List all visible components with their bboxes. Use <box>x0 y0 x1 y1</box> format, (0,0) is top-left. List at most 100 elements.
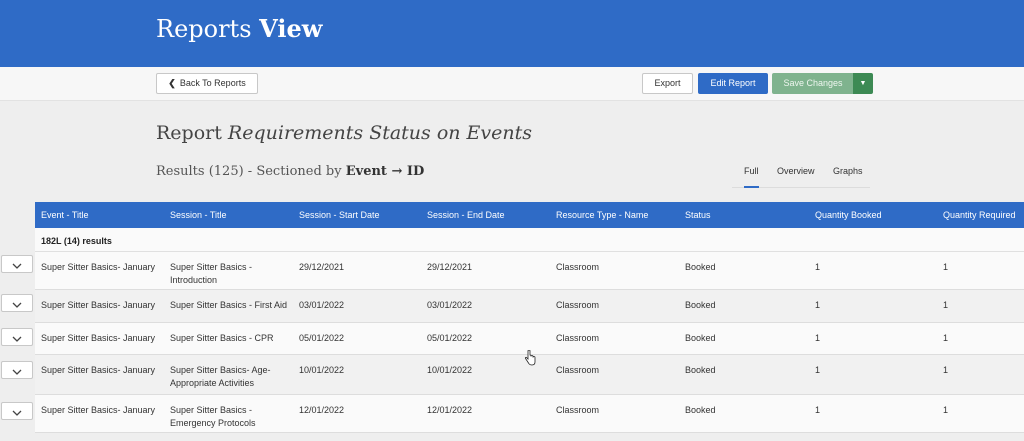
save-options-caret-icon[interactable]: ▼ <box>853 73 873 94</box>
table-cell: 1 <box>815 299 820 312</box>
report-toolbar: ❮ Back To Reports Export Edit Report Save… <box>0 67 1024 101</box>
row-expand-button[interactable] <box>1 361 33 379</box>
cell-text: 1 <box>943 300 949 310</box>
table-cell: 12/01/2022 <box>299 404 344 417</box>
cell-text: 1 <box>815 365 821 375</box>
cell-text: Super Sitter Basics- January <box>41 333 156 343</box>
table-cell: Classroom <box>556 364 599 377</box>
cell-text: Booked <box>685 300 716 310</box>
row-expand-button[interactable] <box>1 328 33 346</box>
table-cell: 1 <box>815 332 820 345</box>
cell-text: 29/12/2021 <box>299 262 345 272</box>
table-cell: Super Sitter Basics - Introduction <box>170 261 252 287</box>
tab-overview[interactable]: Overview <box>777 166 815 176</box>
table-header: Event - Title Session - Title Session - … <box>35 202 1024 228</box>
report-table: Event - Title Session - Title Session - … <box>35 202 1024 433</box>
column-header[interactable]: Event - Title <box>41 210 89 220</box>
cell-text: Booked <box>685 405 716 415</box>
cell-text: Booked <box>685 262 716 272</box>
table-cell: 1 <box>943 404 948 417</box>
table-row[interactable]: Super Sitter Basics- January Super Sitter… <box>35 395 1024 433</box>
column-header[interactable]: Session - End Date <box>427 210 505 220</box>
column-header[interactable]: Session - Start Date <box>299 210 380 220</box>
column-header[interactable]: Quantity Booked <box>815 210 882 220</box>
table-cell: 10/01/2022 <box>427 364 472 377</box>
row-expand-button[interactable] <box>1 402 33 420</box>
cell-text: 05/01/2022 <box>299 333 345 343</box>
table-cell: Super Sitter Basics- January <box>41 364 155 377</box>
table-cell: Super Sitter Basics- January <box>41 261 155 274</box>
chevron-down-icon <box>12 302 22 308</box>
column-header[interactable]: Resource Type - Name <box>556 210 648 220</box>
chevron-down-icon <box>12 336 22 342</box>
table-cell: 03/01/2022 <box>427 299 472 312</box>
table-cell: Super Sitter Basics- January <box>41 332 155 345</box>
tab-graphs[interactable]: Graphs <box>833 166 863 176</box>
cell-text: 1 <box>943 333 949 343</box>
table-cell: Classroom <box>556 332 599 345</box>
cell-text: 1 <box>815 333 821 343</box>
table-cell: Booked <box>685 261 716 274</box>
section-header-row: 182L (14) results <box>35 228 1024 252</box>
cell-text: Booked <box>685 333 716 343</box>
table-cell: Super Sitter Basics- Age- Appropriate Act… <box>170 364 271 390</box>
export-button[interactable]: Export <box>642 73 693 94</box>
table-cell: Booked <box>685 364 716 377</box>
save-changes-button[interactable]: Save Changes <box>772 73 854 94</box>
cell-text: 1 <box>943 262 949 272</box>
cell-text: 03/01/2022 <box>299 300 345 310</box>
table-cell: 1 <box>943 364 948 377</box>
table-cell: Booked <box>685 332 716 345</box>
table-cell: Super Sitter Basics- January <box>41 299 155 312</box>
chevron-down-icon <box>12 410 22 416</box>
cell-text: 05/01/2022 <box>427 333 473 343</box>
cell-text: 1 <box>815 300 821 310</box>
table-cell: Booked <box>685 404 716 417</box>
table-cell: Classroom <box>556 261 599 274</box>
cell-text: Super Sitter Basics - First Aid <box>170 300 288 310</box>
row-expand-button[interactable] <box>1 294 33 312</box>
cell-text: Super Sitter Basics - <box>170 405 253 415</box>
cell-text: 1 <box>815 405 821 415</box>
app-header: Reports View <box>0 0 1024 67</box>
table-cell: 1 <box>943 332 948 345</box>
column-header[interactable]: Session - Title <box>170 210 227 220</box>
cell-text: Super Sitter Basics- January <box>41 300 156 310</box>
table-cell: 1 <box>815 261 820 274</box>
table-row[interactable]: Super Sitter Basics- January Super Sitter… <box>35 290 1024 323</box>
table-cell: Super Sitter Basics - CPR <box>170 332 274 345</box>
cell-text: Classroom <box>556 365 600 375</box>
table-row[interactable]: Super Sitter Basics- January Super Sitter… <box>35 252 1024 290</box>
page-header-title: Reports View <box>156 14 323 43</box>
cell-text: 1 <box>815 262 821 272</box>
row-expand-button[interactable] <box>1 255 33 273</box>
cell-text: 10/01/2022 <box>299 365 345 375</box>
column-header[interactable]: Status <box>685 210 711 220</box>
chevron-down-icon <box>12 263 22 269</box>
hand-cursor-icon <box>524 350 536 366</box>
cell-text: 1 <box>943 365 949 375</box>
cell-text: Super Sitter Basics- January <box>41 262 156 272</box>
cell-text: Booked <box>685 365 716 375</box>
table-cell: 29/12/2021 <box>299 261 344 274</box>
table-cell: 1 <box>815 364 820 377</box>
cell-text: 29/12/2021 <box>427 262 473 272</box>
chevron-left-icon: ❮ <box>168 78 176 88</box>
cell-text: Super Sitter Basics- January <box>41 405 156 415</box>
table-cell: Super Sitter Basics - First Aid <box>170 299 287 312</box>
tab-full[interactable]: Full <box>744 166 759 188</box>
edit-report-button[interactable]: Edit Report <box>698 73 768 94</box>
cell-text: 12/01/2022 <box>427 405 473 415</box>
table-cell: Classroom <box>556 299 599 312</box>
cell-text: 10/01/2022 <box>427 365 473 375</box>
table-cell: 12/01/2022 <box>427 404 472 417</box>
cell-text: 03/01/2022 <box>427 300 473 310</box>
cell-text: Classroom <box>556 333 600 343</box>
column-header[interactable]: Quantity Required <box>943 210 1016 220</box>
cell-text-line2: Emergency Protocols <box>170 418 256 428</box>
back-to-reports-button[interactable]: ❮ Back To Reports <box>156 73 258 94</box>
table-cell: Classroom <box>556 404 599 417</box>
cell-text: Super Sitter Basics- January <box>41 365 156 375</box>
table-cell: 10/01/2022 <box>299 364 344 377</box>
cell-text: Super Sitter Basics - <box>170 262 253 272</box>
